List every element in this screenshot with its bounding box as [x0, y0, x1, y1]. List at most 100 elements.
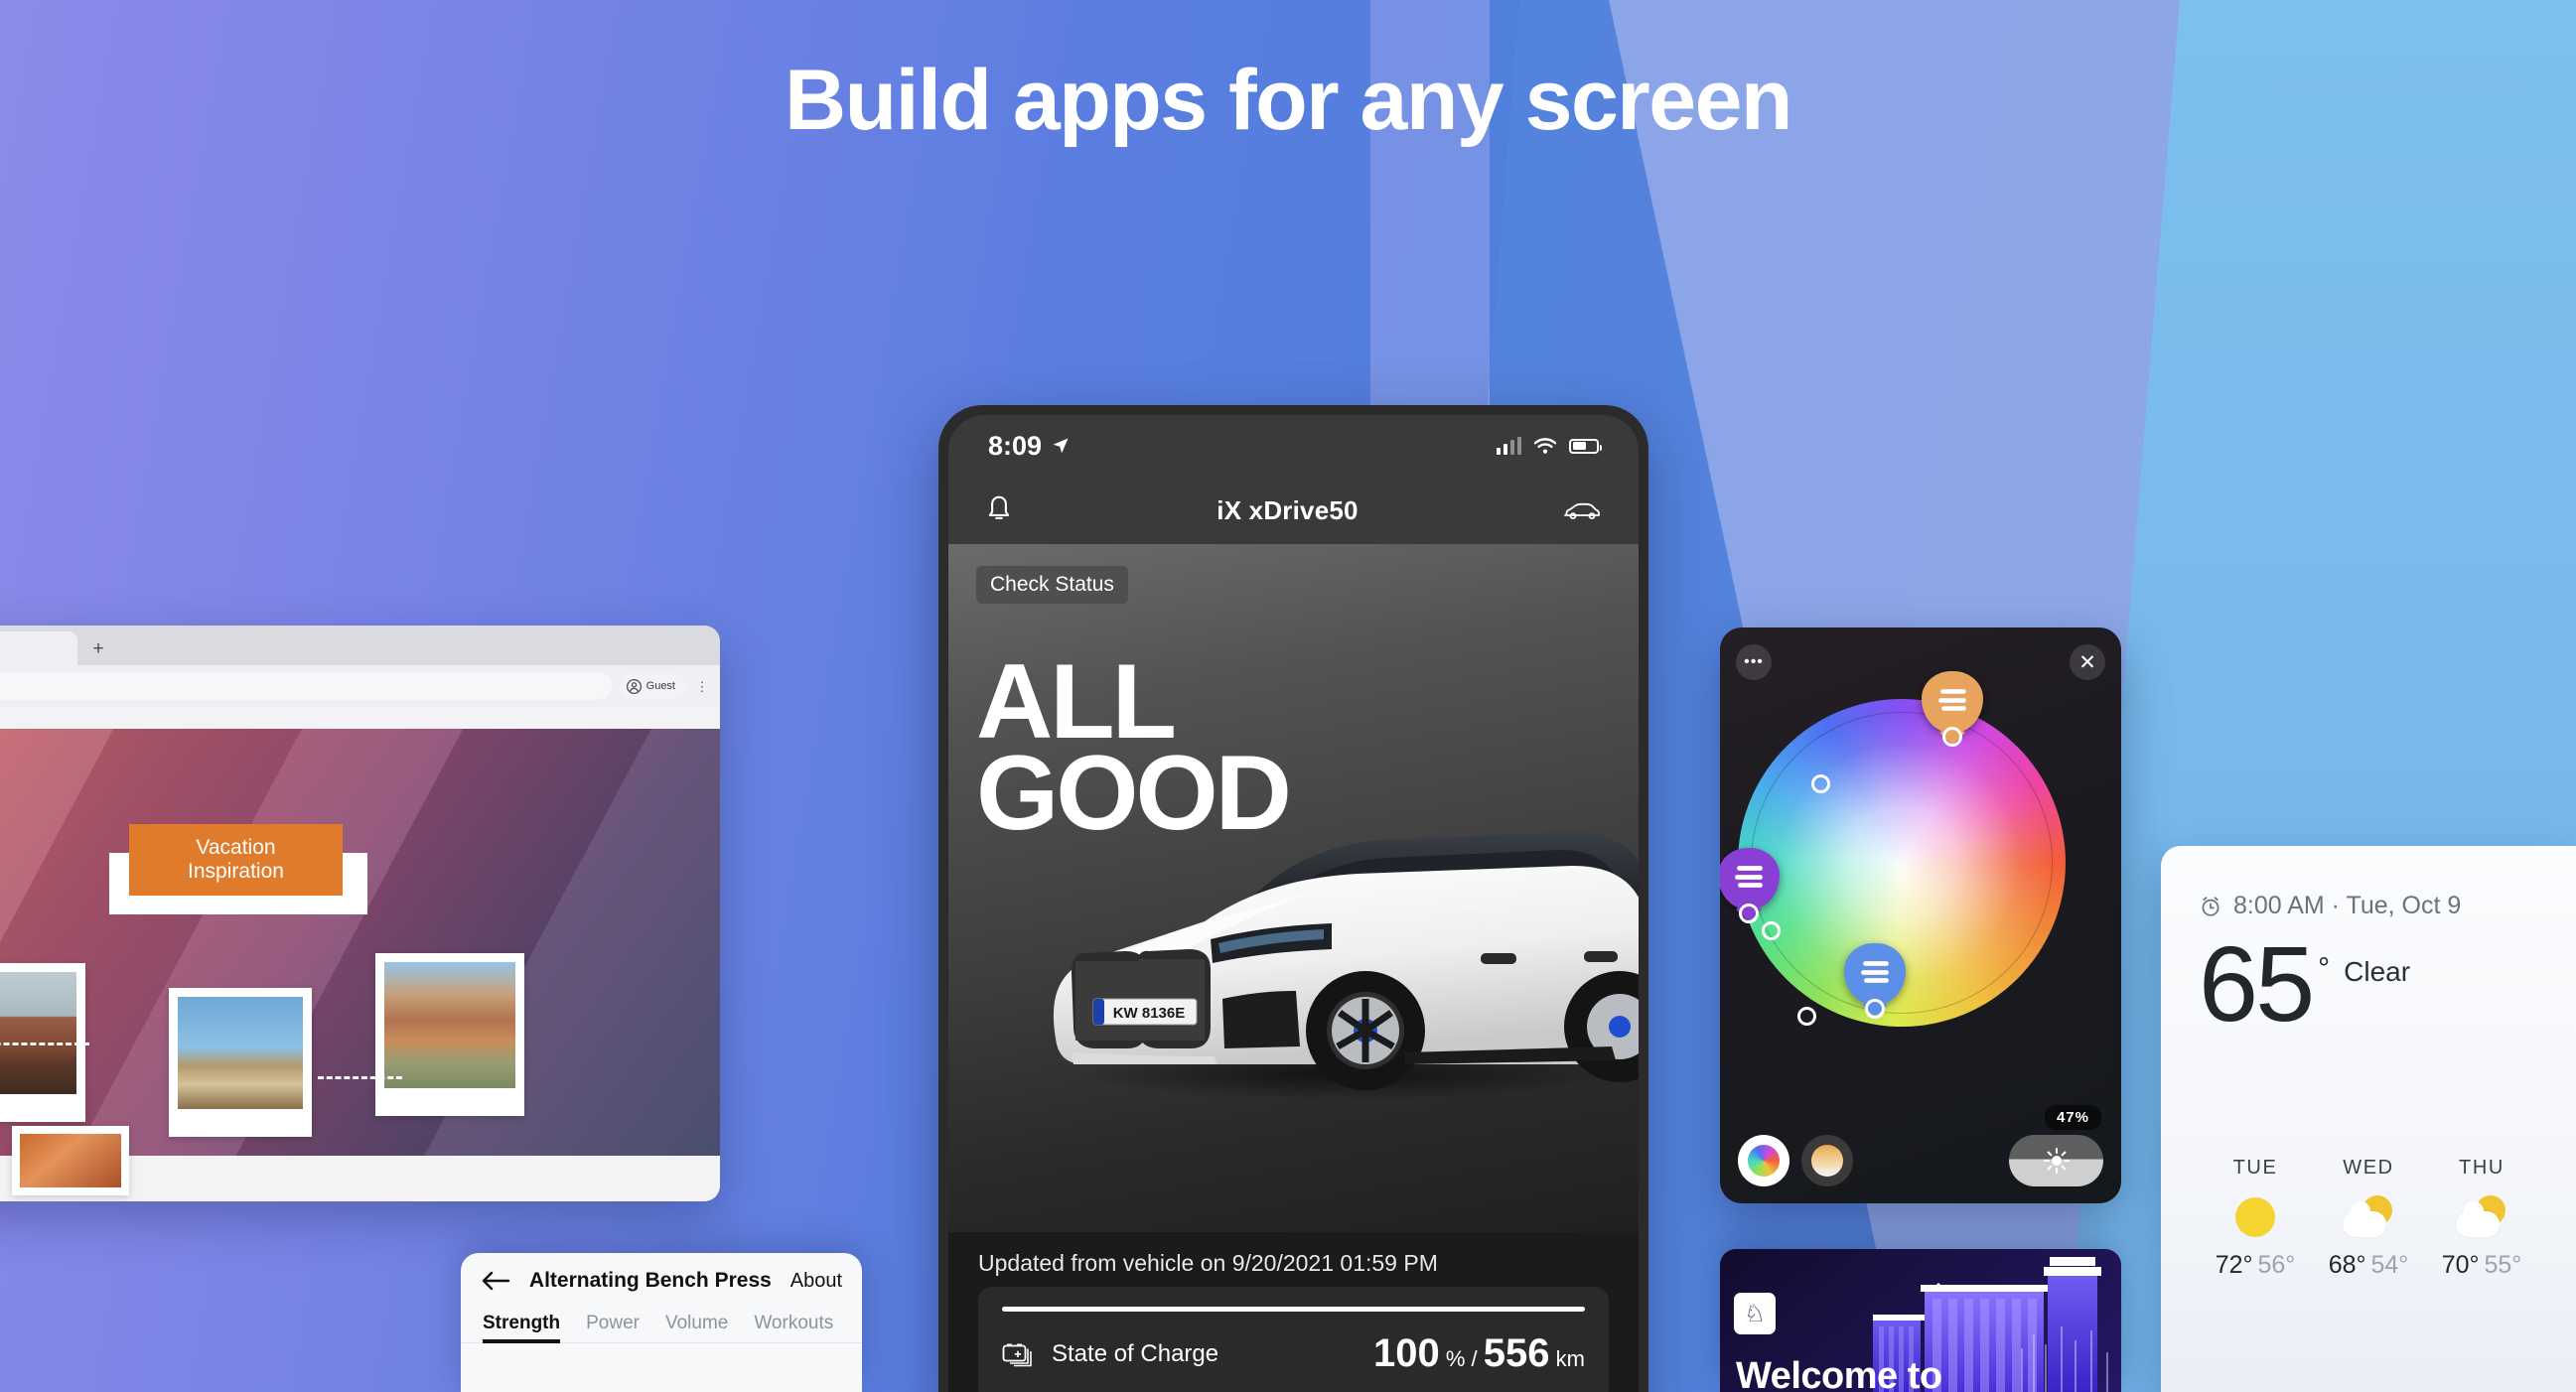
sun-icon [2043, 1148, 2070, 1174]
state-of-charge-card[interactable]: State of Charge 100 % / 556 km [978, 1287, 1609, 1392]
browser-toolbar: ation-travel-inspo Guest ⋮ [0, 665, 720, 707]
charge-percent-unit: % [1445, 1346, 1466, 1371]
warm-white-swatch[interactable] [1801, 1135, 1853, 1186]
tab-strength[interactable]: Strength [483, 1313, 560, 1343]
location-arrow-icon [1053, 438, 1069, 454]
battery-stack-icon [1002, 1343, 1032, 1366]
photo-canyon [20, 1134, 121, 1187]
phone-nav-bar: iX xDrive50 [948, 477, 1639, 544]
photo-van [384, 962, 515, 1088]
forecast-high: 68° [2328, 1251, 2366, 1279]
address-bar[interactable]: ation-travel-inspo [0, 672, 612, 700]
car-icon[interactable] [1561, 497, 1603, 523]
cellular-signal-icon [1496, 437, 1521, 455]
photo-butte [0, 972, 76, 1094]
current-conditions: 65 ° Clear [2199, 930, 2538, 1038]
charge-label: State of Charge [1052, 1339, 1219, 1367]
lion-logo-icon: ♘ [1734, 1293, 1776, 1334]
more-horizontal-icon[interactable]: ••• [1736, 644, 1772, 680]
back-arrow-icon[interactable] [481, 1269, 510, 1293]
welcome-card[interactable]: ♘ Welcome to [1720, 1249, 2121, 1392]
weather-timestamp: 8:00 AM · Tue, Oct 9 [2233, 892, 2462, 919]
brightness-slider[interactable] [2009, 1135, 2103, 1186]
forecast-day-name: THU [2459, 1157, 2504, 1179]
status-left: 8:09 [988, 431, 1071, 462]
fitness-tabs: Strength Power Volume Workouts [461, 1313, 862, 1343]
vehicle-name: iX xDrive50 [1216, 494, 1359, 525]
degree-symbol: ° [2318, 952, 2331, 985]
current-temperature: 65 [2199, 923, 2315, 1044]
status-time: 8:09 [988, 430, 1043, 461]
profile-chip[interactable]: Guest [619, 673, 686, 699]
profile-label: Guest [645, 680, 675, 692]
vacation-inspiration-banner[interactable]: Vacation Inspiration [129, 824, 343, 896]
banner-line-1: Vacation [196, 835, 276, 859]
bell-icon[interactable] [984, 494, 1014, 526]
alignment-guide [0, 1043, 89, 1045]
new-tab-button[interactable]: + [81, 631, 115, 665]
forecast-low: 56° [2257, 1251, 2296, 1279]
forecast-high: 70° [2441, 1251, 2480, 1279]
charge-percent-value: 100 [1372, 1331, 1440, 1375]
pin-anchor [1739, 904, 1759, 923]
bulb-pin-purple[interactable] [1720, 848, 1780, 923]
rainbow-swatch-icon [1748, 1145, 1780, 1177]
tab-power[interactable]: Power [586, 1313, 640, 1343]
warm-swatch-icon [1811, 1145, 1843, 1177]
check-status-chip[interactable]: Check Status [976, 566, 1128, 604]
close-icon[interactable]: ✕ [2070, 644, 2105, 680]
color-handle-purple-track[interactable] [1762, 921, 1781, 940]
status-headline-line-2: GOOD [976, 733, 1292, 853]
canvas-ruler [0, 707, 720, 729]
browser-tab[interactable] [0, 631, 77, 665]
photo-card-canyon[interactable] [12, 1126, 129, 1195]
svg-text:KW 8136E: KW 8136E [1113, 1005, 1186, 1022]
forecast-day[interactable]: WED 68° 54° [2312, 1157, 2425, 1280]
bulb-pin-orange[interactable] [1922, 671, 1983, 747]
alarm-clock-icon [2202, 896, 2219, 916]
color-wheel-swatch[interactable] [1738, 1135, 1789, 1186]
current-condition-label: Clear [2344, 956, 2411, 987]
status-right [1496, 437, 1602, 455]
banner-line-2: Inspiration [188, 860, 284, 883]
forecast-temps: 72° 56° [2199, 1251, 2312, 1280]
battery-icon [1569, 438, 1602, 454]
color-handle-pink[interactable] [1811, 774, 1830, 793]
person-icon [626, 678, 642, 694]
color-handle-blue-track[interactable] [1797, 1007, 1816, 1026]
forecast-day-name: TUE [2232, 1157, 2278, 1179]
charge-row: State of Charge 100 % / 556 km [1002, 1331, 1585, 1376]
tab-workouts[interactable]: Workouts [754, 1313, 833, 1343]
alignment-guide [318, 1076, 402, 1079]
picker-toolbar [1720, 1118, 2121, 1203]
about-button[interactable]: About [790, 1270, 842, 1293]
bulb-icon [1938, 689, 1966, 715]
bulb-pin-blue[interactable] [1844, 943, 1906, 1019]
forecast-row: TUE 72° 56° WED 68° 54° THU 70° 55° [2199, 1157, 2538, 1280]
design-canvas[interactable]: Vacation Inspiration [0, 707, 720, 1201]
charge-range-value: 556 [1483, 1331, 1550, 1375]
tab-volume[interactable]: Volume [665, 1313, 728, 1343]
forecast-day[interactable]: TUE 72° 56° [2199, 1157, 2312, 1280]
browser-menu-button[interactable]: ⋮ [694, 680, 710, 693]
charge-range-unit: km [1555, 1346, 1585, 1371]
forecast-day-name: WED [2343, 1157, 2394, 1179]
forecast-high: 72° [2215, 1251, 2253, 1279]
forecast-low: 55° [2484, 1251, 2522, 1279]
forecast-day[interactable]: THU 70° 55° [2425, 1157, 2538, 1280]
charge-values: 100 % / 556 km [1373, 1331, 1585, 1376]
photo-card-van[interactable] [375, 953, 524, 1116]
phone-screen: 8:09 iX xDrive50 Check Status ALL GOOD K… [948, 415, 1639, 1392]
status-headline: ALL GOOD [976, 647, 1292, 853]
fitness-app-panel: Alternating Bench Press About Strength P… [461, 1253, 862, 1392]
phone-status-bar: 8:09 [948, 415, 1639, 477]
charge-label-group: State of Charge [1002, 1340, 1218, 1368]
photo-card-owl[interactable] [169, 988, 312, 1137]
photo-owl [178, 997, 303, 1109]
browser-tab-strip: + [0, 626, 720, 665]
exercise-title: Alternating Bench Press [528, 1269, 772, 1292]
welcome-title: Welcome to [1736, 1355, 1942, 1392]
weather-card: 8:00 AM · Tue, Oct 9 65 ° Clear TUE 72° 5… [2161, 846, 2576, 1392]
light-color-picker-panel: ••• ✕ 47% [1720, 627, 2121, 1203]
pin-anchor [1942, 727, 1962, 747]
